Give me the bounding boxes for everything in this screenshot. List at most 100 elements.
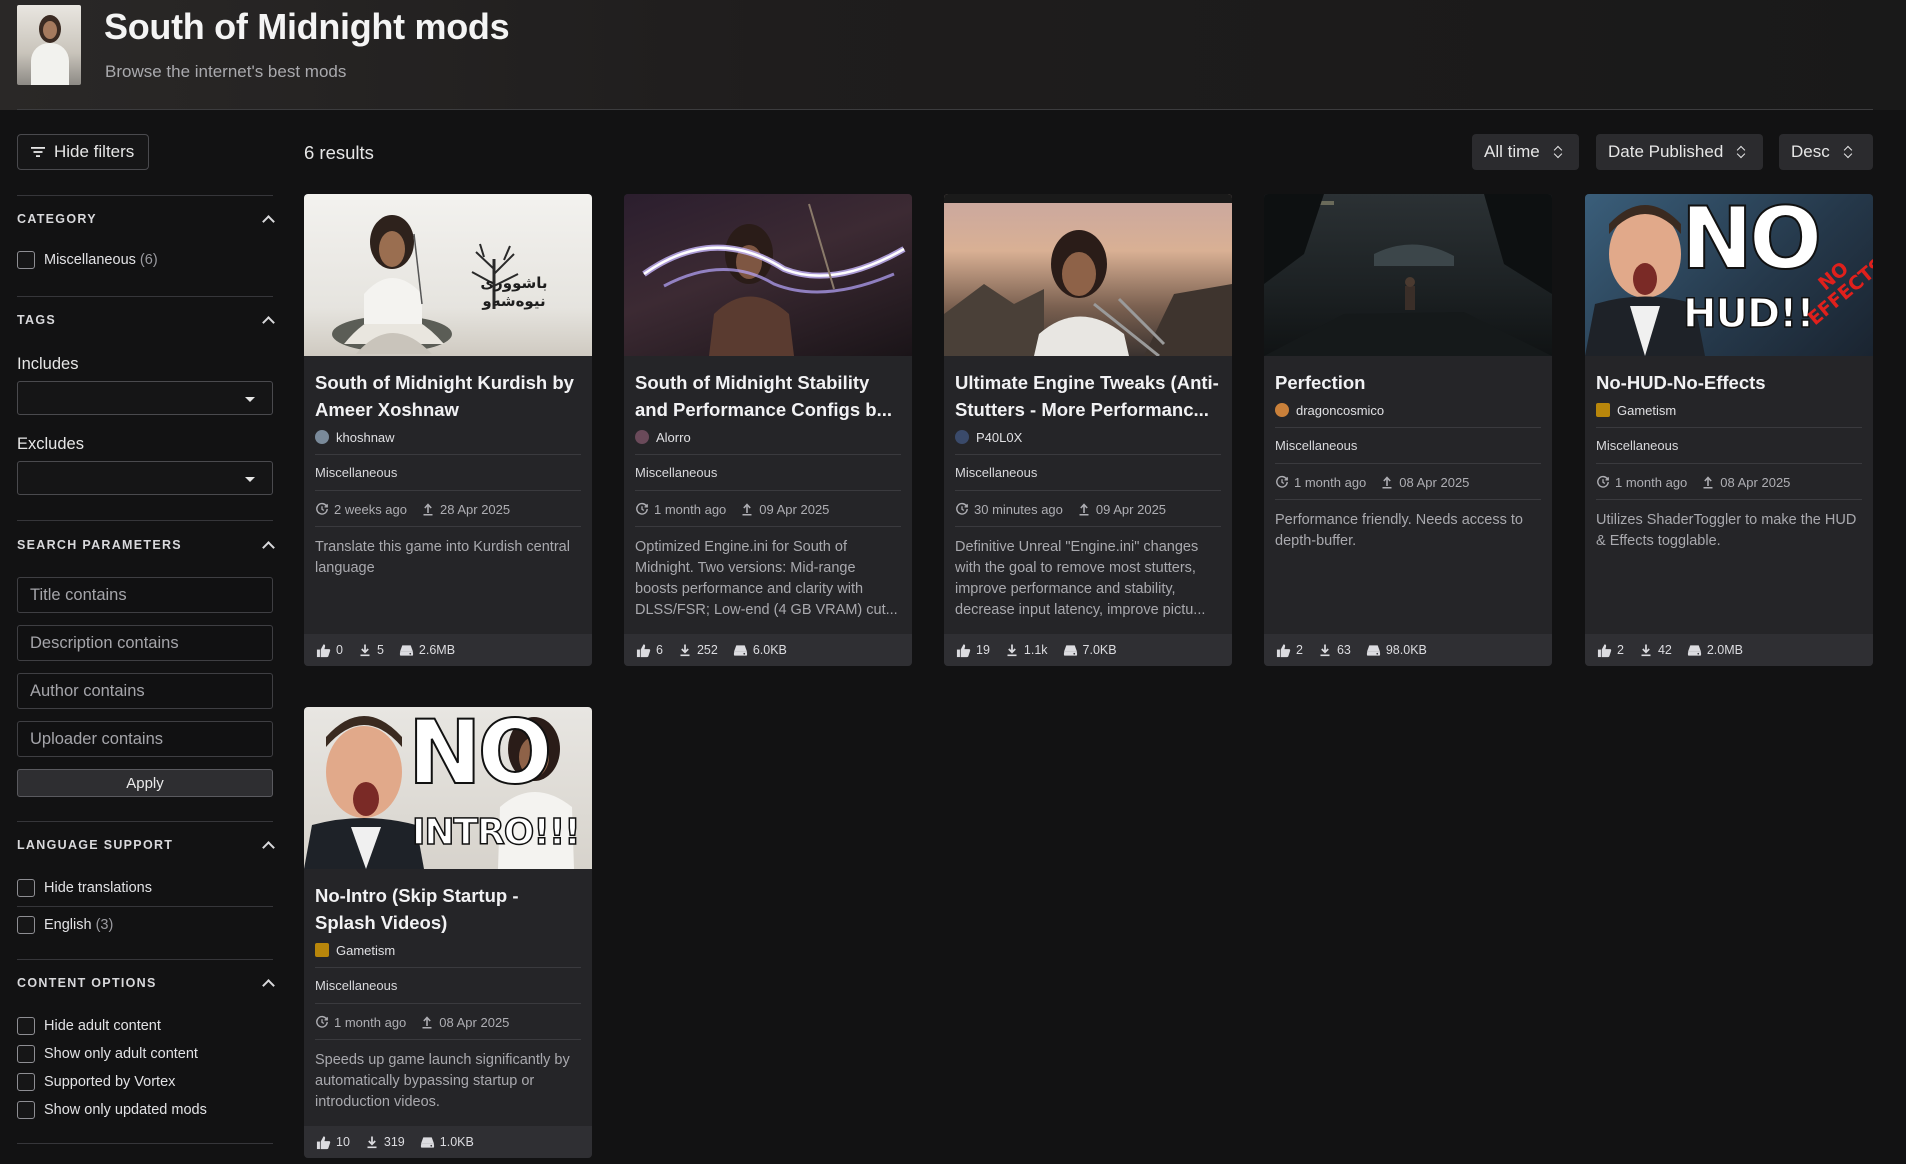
mod-author-name: P40L0X — [976, 429, 1023, 445]
excludes-label: Excludes — [17, 435, 84, 453]
excludes-tags-select[interactable] — [17, 461, 273, 495]
sort-by-select[interactable]: Date Published — [1596, 134, 1763, 170]
avatar — [315, 943, 329, 957]
mod-thumbnail[interactable] — [624, 194, 912, 356]
show-only-adult-content-label: Show only adult content — [44, 1046, 198, 1062]
hard-drive-icon — [1687, 643, 1702, 657]
hard-drive-icon — [399, 643, 414, 657]
hide-adult-content-option[interactable]: Hide adult content — [17, 1017, 161, 1035]
upload-icon — [1380, 475, 1394, 489]
mod-card[interactable]: NO HUD!! NO EFFECTS No-HUD-No-Effects Ga… — [1585, 194, 1873, 666]
show-only-updated-mods-option[interactable]: Show only updated mods — [17, 1101, 207, 1119]
mod-category[interactable]: Miscellaneous — [315, 978, 581, 994]
mod-title[interactable]: Ultimate Engine Tweaks (Anti-Stutters - … — [955, 369, 1221, 423]
language-support-section-header[interactable]: LANGUAGE SUPPORT — [17, 838, 273, 852]
mod-thumbnail[interactable]: باشووری نیوەشەو — [304, 194, 592, 356]
mod-author[interactable]: Gametism — [315, 942, 581, 958]
mod-thumbnail[interactable]: NO INTRO!!! — [304, 707, 592, 869]
mod-author[interactable]: dragoncosmico — [1275, 402, 1541, 418]
show-only-adult-content-option[interactable]: Show only adult content — [17, 1045, 198, 1063]
mod-author[interactable]: Alorro — [635, 429, 901, 445]
description-contains-input[interactable] — [17, 625, 273, 661]
show-only-adult-content-checkbox[interactable] — [17, 1045, 35, 1063]
category-miscellaneous-option[interactable]: Miscellaneous (6) — [17, 251, 158, 269]
apply-button[interactable]: Apply — [17, 769, 273, 797]
mod-updated-time: 2 weeks ago — [334, 501, 407, 517]
chevron-up-icon[interactable] — [263, 315, 273, 325]
mod-title[interactable]: Perfection — [1275, 369, 1541, 396]
mod-card[interactable]: Ultimate Engine Tweaks (Anti-Stutters - … — [944, 194, 1232, 666]
sort-order-select[interactable]: Desc — [1779, 134, 1873, 170]
supported-by-vortex-checkbox[interactable] — [17, 1073, 35, 1091]
card-divider — [1275, 427, 1541, 428]
mod-author[interactable]: Gametism — [1596, 402, 1862, 418]
includes-label: Includes — [17, 355, 79, 373]
download-icon — [1318, 643, 1332, 657]
time-range-select[interactable]: All time — [1472, 134, 1579, 170]
mod-title[interactable]: South of Midnight Kurdish by Ameer Xoshn… — [315, 369, 581, 423]
header-divider — [17, 109, 1873, 110]
category-section-header[interactable]: CATEGORY — [17, 212, 273, 226]
thumbs-up-icon — [316, 643, 331, 658]
chevron-up-icon[interactable] — [263, 214, 273, 224]
english-option[interactable]: English (3) — [17, 916, 113, 934]
mod-title[interactable]: No-Intro (Skip Startup - Splash Videos) — [315, 882, 581, 936]
mod-description: Utilizes ShaderToggler to make the HUD &… — [1596, 512, 1857, 549]
hide-translations-option[interactable]: Hide translations — [17, 879, 152, 897]
hide-adult-content-checkbox[interactable] — [17, 1017, 35, 1035]
mod-card[interactable]: Perfection dragoncosmico Miscellaneous 1… — [1264, 194, 1552, 666]
page-title: South of Midnight mods — [104, 6, 510, 47]
author-contains-input[interactable] — [17, 673, 273, 709]
mod-author[interactable]: khoshnaw — [315, 429, 581, 445]
show-only-updated-mods-checkbox[interactable] — [17, 1101, 35, 1119]
mod-card[interactable]: South of Midnight Stability and Performa… — [624, 194, 912, 666]
includes-tags-select[interactable] — [17, 381, 273, 415]
mod-title[interactable]: South of Midnight Stability and Performa… — [635, 369, 901, 423]
hard-drive-icon — [1063, 643, 1078, 657]
mod-category[interactable]: Miscellaneous — [1596, 438, 1862, 454]
mod-thumbnail[interactable] — [1264, 194, 1552, 356]
mod-title[interactable]: No-HUD-No-Effects — [1596, 369, 1862, 396]
chevron-up-icon[interactable] — [263, 540, 273, 550]
avatar — [1275, 403, 1289, 417]
hide-filters-button[interactable]: Hide filters — [17, 134, 149, 170]
mod-endorsements: 0 — [336, 643, 343, 657]
mod-thumbnail[interactable]: NO HUD!! NO EFFECTS — [1585, 194, 1873, 356]
mod-category[interactable]: Miscellaneous — [1275, 438, 1541, 454]
hide-translations-checkbox[interactable] — [17, 879, 35, 897]
updated-clock-icon — [955, 502, 969, 516]
supported-by-vortex-option[interactable]: Supported by Vortex — [17, 1073, 175, 1091]
search-parameters-section-header[interactable]: SEARCH PARAMETERS — [17, 538, 273, 552]
mod-author[interactable]: P40L0X — [955, 429, 1221, 445]
mod-stats: 2 42 2.0MB — [1585, 634, 1873, 666]
sidebar-divider — [17, 959, 273, 960]
chevron-updown-icon — [1554, 145, 1562, 159]
mod-card[interactable]: باشووری نیوەشەو South of Midnight Kurdis… — [304, 194, 592, 666]
tags-section-header[interactable]: TAGS — [17, 313, 273, 327]
chevron-up-icon[interactable] — [263, 840, 273, 850]
mod-card[interactable]: NO INTRO!!! No-Intro (Skip Startup - Spl… — [304, 707, 592, 1158]
mod-stats: 19 1.1k 7.0KB — [944, 634, 1232, 666]
download-icon — [1005, 643, 1019, 657]
mod-thumbnail[interactable] — [944, 194, 1232, 356]
title-contains-input[interactable] — [17, 577, 273, 613]
mod-category[interactable]: Miscellaneous — [955, 465, 1221, 481]
thumbnail-overlay-text: باشووری نیوەشەو — [480, 274, 548, 310]
english-checkbox[interactable] — [17, 916, 35, 934]
card-divider — [955, 490, 1221, 491]
download-icon — [358, 643, 372, 657]
mod-category[interactable]: Miscellaneous — [635, 465, 901, 481]
mod-updated-time: 30 minutes ago — [974, 501, 1063, 517]
content-options-section-header[interactable]: CONTENT OPTIONS — [17, 976, 273, 990]
mod-published-date: 09 Apr 2025 — [1095, 501, 1167, 517]
caret-down-icon — [245, 397, 255, 402]
uploader-contains-input[interactable] — [17, 721, 273, 757]
category-miscellaneous-checkbox[interactable] — [17, 251, 35, 269]
mod-endorsements: 6 — [656, 643, 663, 657]
card-divider — [1596, 463, 1862, 464]
sidebar-divider — [17, 195, 273, 196]
chevron-up-icon[interactable] — [263, 978, 273, 988]
mod-file-size: 7.0KB — [1082, 643, 1117, 657]
mod-category[interactable]: Miscellaneous — [315, 465, 581, 481]
download-icon — [678, 643, 692, 657]
